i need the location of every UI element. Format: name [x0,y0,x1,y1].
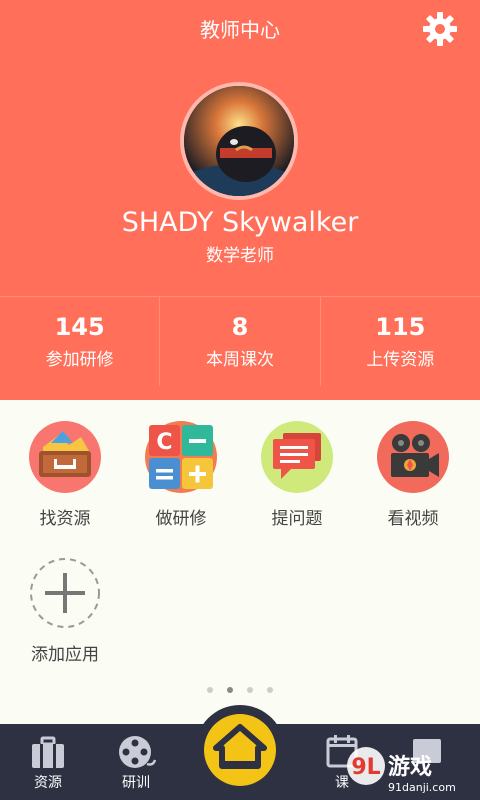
page-dot[interactable] [247,687,253,693]
calculator-icon: C [145,421,217,493]
profile-header: 教师中心 SHADY Skywalker 数学老师 145 参加研修 8 本周课… [0,0,480,400]
svg-text:C: C [156,430,172,455]
stat-uploads[interactable]: 115 上传资源 [321,297,480,386]
app-label: 添加应用 [31,645,99,665]
app-label: 找资源 [39,509,91,529]
avatar[interactable] [159,82,319,248]
app-ask-question[interactable]: 提问题 [239,421,355,529]
film-camera-icon [377,421,449,493]
watermark-logo: 9L 游戏 91danji.com [347,747,456,794]
briefcase-icon [32,736,64,768]
film-reel-icon [119,736,157,768]
stat-label: 上传资源 [366,350,435,370]
gear-icon[interactable] [420,9,460,49]
stat-training[interactable]: 145 参加研修 [0,297,161,386]
app-add[interactable]: 添加应用 [7,557,123,665]
home-icon [213,724,267,769]
chat-bubble-icon [261,421,333,493]
user-name: SHADY Skywalker [121,207,359,238]
stats-bar: 145 参加研修 8 本周课次 115 上传资源 [0,296,480,386]
page-title: 教师中心 [200,18,280,42]
home-button[interactable] [195,705,285,795]
resource-box-icon [29,421,101,493]
page-dot[interactable] [267,687,273,693]
app-label: 做研修 [155,509,207,529]
home-icon-bg [204,714,276,786]
page-indicator [0,678,480,697]
stat-label: 本周课次 [205,350,274,370]
user-role: 数学老师 [206,246,274,266]
tab-resources[interactable]: 资源 [8,724,88,800]
add-icon [29,557,101,629]
stat-value: 8 [231,313,249,341]
page-dot[interactable] [207,687,213,693]
app-find-resources[interactable]: 找资源 [7,421,123,529]
svg-text:9L: 9L [351,755,380,780]
page-dot-active[interactable] [227,687,233,693]
app-watch-video[interactable]: 看视频 [355,421,471,529]
svg-text:游戏: 游戏 [388,754,432,780]
stat-label: 参加研修 [45,350,114,370]
tab-label: 研训 [122,775,150,791]
tab-training[interactable]: 研训 [96,724,176,800]
svg-text:91danji.com: 91danji.com [388,781,456,794]
stat-classes[interactable]: 8 本周课次 [160,297,321,386]
app-do-training[interactable]: C 做研修 [123,421,239,529]
app-label: 提问题 [271,509,323,529]
app-label: 看视频 [387,509,439,529]
tab-label: 资源 [34,775,62,791]
stat-value: 115 [375,313,426,341]
stat-value: 145 [54,313,105,341]
avatar-image [159,86,319,248]
